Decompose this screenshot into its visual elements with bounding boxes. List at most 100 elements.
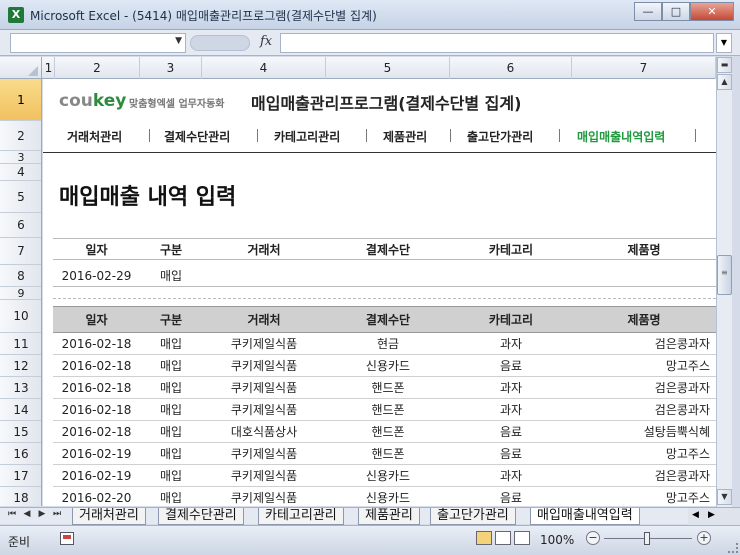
cell-date[interactable]: 2016-02-18	[53, 399, 140, 421]
cell-product[interactable]: 검은콩과자	[572, 333, 716, 355]
page-break-view-icon[interactable]	[514, 531, 530, 545]
cell-payment[interactable]: 핸드폰	[326, 421, 450, 443]
cell-category[interactable]: 음료	[450, 487, 572, 506]
scroll-up-icon[interactable]: ▲	[717, 74, 732, 90]
table-row[interactable]: 2016-02-18 매입 쿠키제일식품 신용카드 음료 망고주스	[53, 355, 716, 377]
close-button[interactable]: ✕	[690, 2, 734, 21]
tab-payment-methods[interactable]: 결제수단관리	[158, 508, 244, 525]
cell-type[interactable]: 매입	[140, 377, 202, 399]
first-sheet-icon[interactable]: ⏮	[6, 509, 18, 519]
cell-client[interactable]: 쿠키제일식품	[202, 377, 326, 399]
row-header[interactable]: 10	[0, 300, 41, 333]
cell-payment[interactable]: 신용카드	[326, 355, 450, 377]
table-row[interactable]: 2016-02-18 매입 쿠키제일식품 현금 과자 검은콩과자	[53, 333, 716, 355]
cell-product[interactable]: 망고주스	[572, 355, 716, 377]
row-header[interactable]: 16	[0, 443, 41, 465]
column-header[interactable]: 3	[140, 57, 202, 79]
minimize-button[interactable]: —	[634, 2, 662, 21]
cell-category[interactable]: 음료	[450, 355, 572, 377]
row-header[interactable]: 17	[0, 465, 41, 487]
cell-date[interactable]: 2016-02-18	[53, 333, 140, 355]
cell-client[interactable]: 쿠키제일식품	[202, 465, 326, 487]
row-header[interactable]: 11	[0, 333, 41, 355]
cell-category[interactable]: 과자	[450, 377, 572, 399]
page-layout-view-icon[interactable]	[495, 531, 511, 545]
next-sheet-icon[interactable]: ▶	[36, 509, 48, 519]
cell-product[interactable]: 검은콩과자	[572, 465, 716, 487]
tab-transactions-entry[interactable]: 매입매출내역입력	[530, 508, 640, 525]
nav-item-categories[interactable]: 카테고리관리	[274, 128, 340, 145]
input-category[interactable]	[450, 265, 572, 287]
row-header[interactable]: 9	[0, 287, 41, 300]
prev-sheet-icon[interactable]: ◀	[21, 509, 33, 519]
cell-type[interactable]: 매입	[140, 443, 202, 465]
row-header[interactable]: 15	[0, 421, 41, 443]
cell-date[interactable]: 2016-02-20	[53, 487, 140, 506]
zoom-level[interactable]: 100%	[540, 533, 574, 547]
cell-category[interactable]: 음료	[450, 421, 572, 443]
column-header[interactable]: 6	[450, 57, 572, 79]
input-type[interactable]: 매입	[140, 265, 202, 287]
cell-category[interactable]: 음료	[450, 443, 572, 465]
cell-type[interactable]: 매입	[140, 355, 202, 377]
input-product[interactable]	[572, 265, 716, 287]
cell-type[interactable]: 매입	[140, 421, 202, 443]
row-header[interactable]: 7	[0, 238, 41, 265]
cell-client[interactable]: 대호식품상사	[202, 421, 326, 443]
row-header[interactable]: 14	[0, 399, 41, 421]
table-row[interactable]: 2016-02-18 매입 대호식품상사 핸드폰 음료 설탕듬뿍식혜	[53, 421, 716, 443]
cell-payment[interactable]: 신용카드	[326, 465, 450, 487]
macro-record-icon[interactable]	[60, 532, 74, 545]
tab-unit-prices[interactable]: 출고단가관리	[430, 508, 516, 525]
column-header[interactable]: 5	[326, 57, 450, 79]
row-header[interactable]: 3	[0, 151, 41, 164]
insert-function-icon[interactable]: fx	[260, 34, 272, 49]
cell-payment[interactable]: 현금	[326, 333, 450, 355]
row-header[interactable]: 13	[0, 377, 41, 399]
scroll-left-icon[interactable]: ◀	[692, 510, 699, 520]
cell-payment[interactable]: 신용카드	[326, 487, 450, 506]
cell-type[interactable]: 매입	[140, 487, 202, 506]
tab-clients[interactable]: 거래처관리	[72, 508, 146, 525]
row-header[interactable]: 12	[0, 355, 41, 377]
vertical-scrollbar[interactable]: ▬ ▲ ≡ ▼	[716, 57, 732, 507]
resize-grip-icon[interactable]	[728, 543, 738, 553]
column-header[interactable]: 7	[572, 57, 716, 79]
table-row[interactable]: 2016-02-19 매입 쿠키제일식품 핸드폰 음료 망고주스	[53, 443, 716, 465]
input-payment[interactable]	[326, 265, 450, 287]
scroll-down-icon[interactable]: ▼	[717, 489, 732, 505]
cell-client[interactable]: 쿠키제일식품	[202, 487, 326, 506]
nav-item-payment-methods[interactable]: 결제수단관리	[164, 128, 230, 145]
cell-type[interactable]: 매입	[140, 399, 202, 421]
row-header[interactable]: 6	[0, 213, 41, 238]
table-row[interactable]: 2016-02-18 매입 쿠키제일식품 핸드폰 과자 검은콩과자	[53, 399, 716, 421]
cell-client[interactable]: 쿠키제일식품	[202, 355, 326, 377]
zoom-slider-thumb[interactable]	[644, 532, 650, 545]
cell-type[interactable]: 매입	[140, 465, 202, 487]
column-header[interactable]: 1	[43, 57, 55, 79]
tab-products[interactable]: 제품관리	[358, 508, 420, 525]
cell-date[interactable]: 2016-02-19	[53, 465, 140, 487]
cell-payment[interactable]: 핸드폰	[326, 443, 450, 465]
cell-date[interactable]: 2016-02-18	[53, 421, 140, 443]
cell-payment[interactable]: 핸드폰	[326, 377, 450, 399]
last-sheet-icon[interactable]: ⏭	[51, 509, 63, 519]
cell-date[interactable]: 2016-02-19	[53, 443, 140, 465]
worksheet[interactable]: coukey 맞춤형엑셀 업무자동화 매입매출관리프로그램(결제수단별 집계) …	[43, 79, 716, 506]
cell-category[interactable]: 과자	[450, 399, 572, 421]
scroll-split-icon[interactable]: ▬	[717, 57, 732, 73]
zoom-out-button[interactable]: −	[586, 531, 600, 545]
cell-product[interactable]: 검은콩과자	[572, 377, 716, 399]
table-row[interactable]: 2016-02-20 매입 쿠키제일식품 신용카드 음료 망고주스	[53, 487, 716, 506]
input-row[interactable]: 2016-02-29 매입	[53, 265, 716, 287]
row-header[interactable]: 18	[0, 487, 41, 506]
cell-product[interactable]: 설탕듬뿍식혜	[572, 421, 716, 443]
row-header[interactable]: 5	[0, 181, 41, 213]
formula-input[interactable]	[280, 33, 714, 53]
tab-categories[interactable]: 카테고리관리	[258, 508, 344, 525]
cell-type[interactable]: 매입	[140, 333, 202, 355]
excel-app-icon[interactable]: X	[8, 7, 24, 23]
cell-product[interactable]: 망고주스	[572, 487, 716, 506]
cell-product[interactable]: 망고주스	[572, 443, 716, 465]
cell-client[interactable]: 쿠키제일식품	[202, 333, 326, 355]
